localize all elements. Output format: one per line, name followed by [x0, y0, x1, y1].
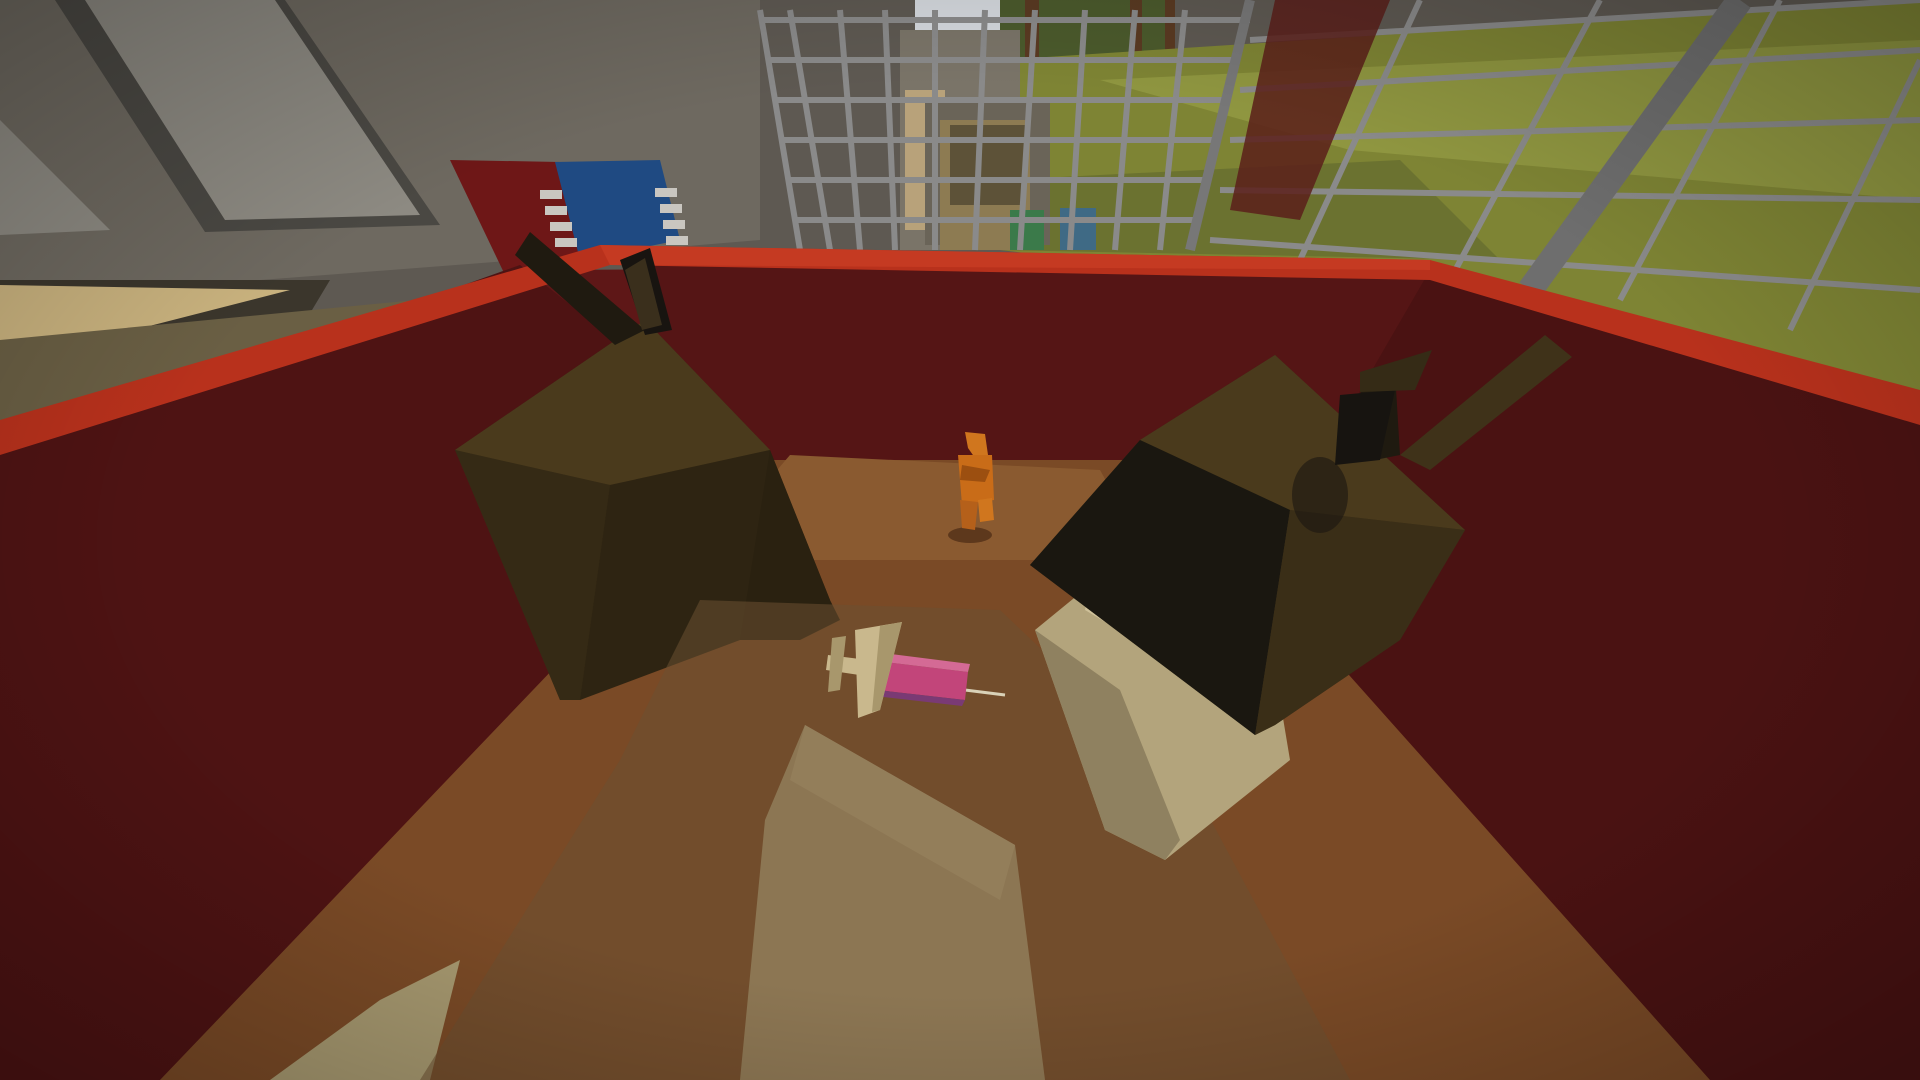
- vignette: [0, 0, 1920, 1080]
- game-viewport[interactable]: [0, 0, 1920, 1080]
- game-scene: [0, 0, 1920, 1080]
